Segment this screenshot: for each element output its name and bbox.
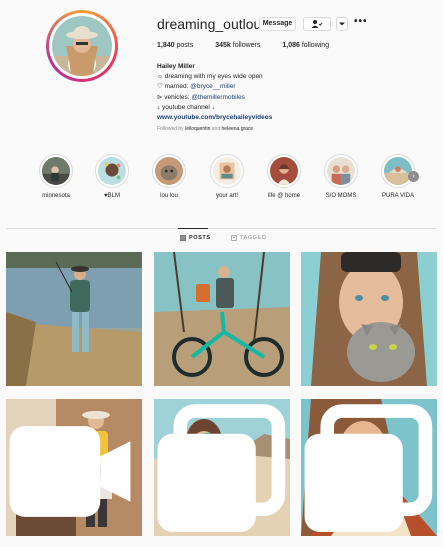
mention-link[interactable]: @themillermobiles <box>191 94 245 101</box>
post-image <box>301 252 437 386</box>
profile-bio: Hailey Miller ☼ dreaming with my eyes wi… <box>157 62 347 123</box>
tabs-divider <box>6 228 436 229</box>
bio-line: ⊳ vehicles: @themillermobiles <box>157 93 245 101</box>
post-thumbnail[interactable] <box>154 252 290 386</box>
more-dots-icon[interactable]: ••• <box>354 16 368 27</box>
highlight-cover <box>213 157 241 185</box>
bio-line: ☼ dreaming with my eyes wide open <box>157 73 263 81</box>
post-thumbnail[interactable] <box>301 399 437 536</box>
highlight-item[interactable]: minnesota <box>30 154 82 199</box>
highlight-cover <box>327 157 355 185</box>
tab-tagged[interactable]: TAGGED <box>231 235 266 241</box>
profile-full-name: Hailey Miller <box>157 63 195 70</box>
tab-posts[interactable]: POSTS <box>180 235 211 241</box>
highlight-item[interactable]: lou lou <box>143 154 195 199</box>
highlight-cover <box>155 157 183 185</box>
highlight-label: minnesota <box>42 193 70 199</box>
highlight-label: your art! <box>215 193 238 199</box>
profile-stats: 1,840 posts 345k followers 1,086 followi… <box>157 42 329 49</box>
mention-link[interactable]: @bryce__miller <box>190 83 235 90</box>
post-thumbnail[interactable] <box>301 252 437 386</box>
post-thumbnail[interactable] <box>6 399 142 536</box>
highlight-label: lou lou <box>160 193 178 199</box>
follower-link[interactable]: heleena.grace <box>222 126 254 132</box>
highlight-item[interactable]: life @ home <box>258 154 310 199</box>
profile-username: dreaming_outloud <box>157 16 270 32</box>
multi-photo-icon <box>304 404 433 532</box>
highlight-cover <box>42 157 70 185</box>
post-image <box>154 252 290 386</box>
highlight-cover <box>384 157 412 185</box>
post-thumbnail[interactable] <box>154 399 290 536</box>
multi-photo-icon <box>157 404 286 532</box>
following-button[interactable] <box>303 17 331 31</box>
posts-count: 1,840 posts <box>157 42 194 49</box>
chevron-right-icon[interactable]: › <box>408 171 419 182</box>
follower-link[interactable]: leiloquentin <box>185 126 210 132</box>
profile-avatar[interactable] <box>46 10 118 82</box>
highlight-label: PURA VIDA <box>381 193 414 199</box>
highlight-label: life @ home <box>267 193 301 199</box>
highlight-cover <box>98 157 126 185</box>
post-image <box>6 252 142 386</box>
bio-website-link[interactable]: www.youtube.com/brycehaileyvideos <box>157 113 347 123</box>
person-check-icon <box>311 20 323 28</box>
suggestions-dropdown-button[interactable] <box>336 17 348 31</box>
bio-line: ↓ youtube channel ↓ <box>157 103 215 111</box>
bio-line: ♡ married: @bryce__miller <box>157 83 236 91</box>
highlight-label: ♥BLM <box>104 193 120 199</box>
highlight-cover <box>270 157 298 185</box>
highlight-item[interactable]: your art! <box>201 154 253 199</box>
message-button[interactable]: Message <box>259 17 296 31</box>
highlight-label: S/O MOMS <box>325 193 357 199</box>
followers-count[interactable]: 345k followers <box>215 42 260 49</box>
highlight-item[interactable]: S/O MOMS <box>315 154 367 199</box>
grid-icon <box>180 235 186 241</box>
followed-by: Followed by leiloquentin and heleena.gra… <box>157 126 254 132</box>
video-icon <box>9 426 131 517</box>
chevron-down-icon <box>339 22 345 26</box>
active-tab-indicator <box>178 228 208 229</box>
highlight-item[interactable]: ♥BLM <box>86 154 138 199</box>
tag-icon <box>231 235 237 241</box>
following-count[interactable]: 1,086 following <box>282 42 329 49</box>
avatar-photo <box>52 16 112 76</box>
post-thumbnail[interactable] <box>6 252 142 386</box>
